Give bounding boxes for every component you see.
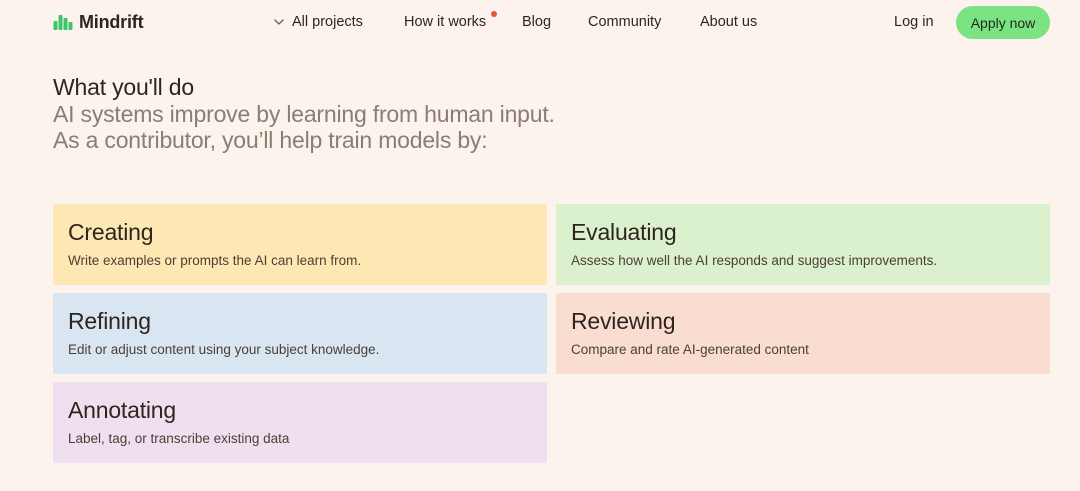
card-description: Label, tag, or transcribe existing data (68, 431, 290, 446)
notification-dot (491, 11, 497, 17)
nav-how-it-works[interactable]: How it works (404, 13, 486, 31)
card-title: Creating (68, 219, 154, 245)
card-refining: Refining Edit or adjust content using yo… (53, 293, 547, 374)
card-creating: Creating Write examples or prompts the A… (53, 204, 547, 285)
nav-community[interactable]: Community (588, 13, 661, 31)
card-description: Compare and rate AI-generated content (571, 342, 809, 357)
intro-line-1: AI systems improve by learning from huma… (53, 101, 555, 127)
card-description: Assess how well the AI responds and sugg… (571, 253, 938, 268)
card-title: Reviewing (571, 308, 676, 334)
nav-about-us[interactable]: About us (700, 13, 757, 31)
chevron-down-icon (274, 19, 284, 25)
card-annotating: Annotating Label, tag, or transcribe exi… (53, 382, 547, 463)
card-evaluating: Evaluating Assess how well the AI respon… (556, 204, 1050, 285)
card-reviewing: Reviewing Compare and rate AI-generated … (556, 293, 1050, 374)
all-projects-label: All projects (292, 14, 363, 30)
section-title: What you'll do (53, 74, 194, 100)
all-projects-dropdown[interactable]: All projects (273, 13, 363, 31)
login-link[interactable]: Log in (894, 13, 934, 31)
card-description: Write examples or prompts the AI can lea… (68, 253, 362, 268)
card-description: Edit or adjust content using your subjec… (68, 342, 380, 357)
main-nav: All projects How it works Blog Community… (0, 0, 1080, 44)
apply-now-button[interactable]: Apply now (956, 6, 1050, 39)
card-title: Refining (68, 308, 151, 334)
site-header: Mindrift All projects How it works Blog … (0, 0, 1080, 44)
nav-blog[interactable]: Blog (522, 13, 551, 31)
intro-section: What you'll do AI systems improve by lea… (53, 74, 953, 153)
card-title: Evaluating (571, 219, 677, 245)
card-title: Annotating (68, 397, 176, 423)
intro-line-2: As a contributor, you’ll help train mode… (53, 127, 488, 153)
